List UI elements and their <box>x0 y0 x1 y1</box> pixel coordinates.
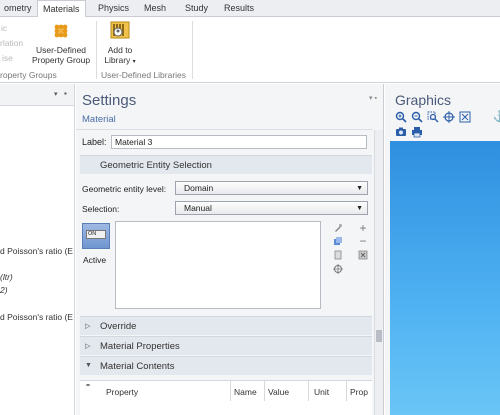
geo-level-select[interactable]: Domain ▼ <box>175 181 368 195</box>
zoom-to-selection-icon[interactable] <box>443 111 455 123</box>
add-to-library-button[interactable]: Add to Library ▾ <box>100 19 140 67</box>
column-separator <box>308 381 309 401</box>
section-override[interactable]: ▷ Override <box>80 316 372 335</box>
ribbon-tabbar: ometry Materials Physics Mesh Study Resu… <box>0 0 500 18</box>
pin-icon[interactable]: ▪ <box>64 89 67 98</box>
zoom-out-icon[interactable] <box>411 111 423 123</box>
ribbon-disabled-item-3: ise <box>2 53 13 63</box>
camera-icon[interactable] <box>395 126 407 138</box>
label-caption: Label: <box>82 137 107 147</box>
panel-menu-icon[interactable]: ▾ <box>54 90 58 98</box>
anchor-icon[interactable]: ⚓ <box>493 111 500 123</box>
settings-subtitle: Material <box>82 114 116 125</box>
section-title-override: Override <box>100 321 137 332</box>
zoom-in-icon[interactable] <box>395 111 407 123</box>
ribbon-separator-2 <box>192 21 193 79</box>
column-header-prop[interactable]: Prop <box>350 387 368 397</box>
panel-pin-icon[interactable]: ▾ ▪ <box>369 94 377 102</box>
column-separator <box>264 381 265 401</box>
geo-level-label: Geometric entity level: <box>82 184 167 194</box>
active-toggle-button[interactable]: ON <box>82 223 110 249</box>
add-to-library-label-2: Library ▾ <box>104 55 136 65</box>
selection-select[interactable]: Manual ▼ <box>175 201 368 215</box>
ribbon-disabled-item-1: ic <box>1 23 8 33</box>
ribbon: ic rlation ise User-Defined Property Gro… <box>0 17 500 83</box>
tab-mesh[interactable]: Mesh <box>142 0 168 17</box>
clipboard-icon[interactable] <box>333 250 343 260</box>
selection-value: Manual <box>184 203 212 213</box>
column-separator <box>230 381 231 401</box>
zoom-box-icon[interactable] <box>427 111 439 123</box>
settings-divider <box>76 129 372 130</box>
add-to-library-label-1: Add to <box>107 45 133 55</box>
property-group-icon <box>54 24 68 38</box>
geo-level-value: Domain <box>184 183 214 193</box>
print-icon[interactable] <box>411 126 423 138</box>
tab-physics[interactable]: Physics <box>96 0 131 17</box>
graphics-panel: Graphics ⚓ <box>385 84 500 415</box>
section-title-material-properties: Material Properties <box>100 341 180 352</box>
chevron-down-icon: ▼ <box>356 185 363 192</box>
tab-materials[interactable]: Materials <box>37 0 86 18</box>
settings-title: Settings <box>82 92 137 109</box>
table-corner-header[interactable]: " <box>86 382 90 392</box>
ribbon-separator <box>96 21 97 79</box>
section-material-properties[interactable]: ▷ Material Properties <box>80 336 372 355</box>
copy-selection-icon[interactable] <box>333 236 343 246</box>
user-defined-label-2: Property Group <box>31 55 91 65</box>
column-separator <box>346 381 347 401</box>
chevron-down-icon: ▼ <box>85 362 92 369</box>
clear-selection-icon[interactable] <box>358 250 368 260</box>
remove-icon[interactable]: − <box>358 235 368 247</box>
column-header-property[interactable]: Property <box>106 387 138 397</box>
section-geometric-entity-selection[interactable]: Geometric Entity Selection <box>80 155 372 174</box>
paste-selection-icon[interactable] <box>333 223 343 233</box>
column-header-value[interactable]: Value <box>268 387 289 397</box>
library-icon <box>110 21 130 39</box>
add-icon[interactable]: + <box>358 222 368 234</box>
settings-panel: Settings Material ▾ ▪ Label: Material 3 … <box>76 84 384 415</box>
model-builder-header: ▾ ▪ <box>0 84 74 106</box>
chevron-down-icon: ▼ <box>356 205 363 212</box>
label-field[interactable]: Material 3 <box>111 135 367 149</box>
column-header-unit[interactable]: Unit <box>314 387 329 397</box>
graphics-canvas[interactable] <box>390 141 500 415</box>
selection-listbox[interactable] <box>115 221 321 309</box>
scrollbar-thumb[interactable] <box>376 330 382 342</box>
ribbon-disabled-item-2: rlation <box>0 38 24 48</box>
tab-geometry[interactable]: ometry <box>2 0 34 17</box>
section-title-material-contents: Material Contents <box>100 361 175 372</box>
tree-item-ltr[interactable]: (ltr) <box>0 272 13 282</box>
graphics-title: Graphics <box>395 92 452 108</box>
column-header-name[interactable]: Name <box>234 387 257 397</box>
tab-study[interactable]: Study <box>183 0 210 17</box>
tree-item-2[interactable]: 2) <box>0 285 8 295</box>
section-material-contents[interactable]: ▼ Material Contents <box>80 356 372 375</box>
active-label: Active <box>83 255 107 265</box>
chevron-right-icon: ▷ <box>85 323 91 330</box>
settings-scrollbar[interactable] <box>374 130 383 415</box>
user-defined-label-1: User-Defined <box>35 45 87 55</box>
ribbon-group-label-property-groups: roperty Groups <box>0 70 57 80</box>
model-builder-panel: ▾ ▪ d Poisson's ratio (E (ltr) 2) d Pois… <box>0 84 75 415</box>
user-defined-property-group-button[interactable]: User-Defined Property Group <box>28 21 94 67</box>
toggle-switch-icon: ON <box>86 230 106 239</box>
chevron-down-icon: ▾ <box>132 59 136 65</box>
tree-item-poisson-2[interactable]: d Poisson's ratio (E <box>0 312 73 322</box>
zoom-extents-icon[interactable] <box>459 111 471 123</box>
selection-label: Selection: <box>82 204 120 214</box>
section-title-geometric-entity-selection: Geometric Entity Selection <box>100 160 212 171</box>
material-contents-table: " Property Name Value Unit Prop <box>80 380 372 415</box>
tab-results[interactable]: Results <box>222 0 256 17</box>
tree-item-poisson-1[interactable]: d Poisson's ratio (E <box>0 246 73 256</box>
ribbon-group-label-user-defined-libraries: User-Defined Libraries <box>101 70 187 80</box>
chevron-right-icon: ▷ <box>85 343 91 350</box>
zoom-to-selection-icon[interactable] <box>333 264 343 274</box>
